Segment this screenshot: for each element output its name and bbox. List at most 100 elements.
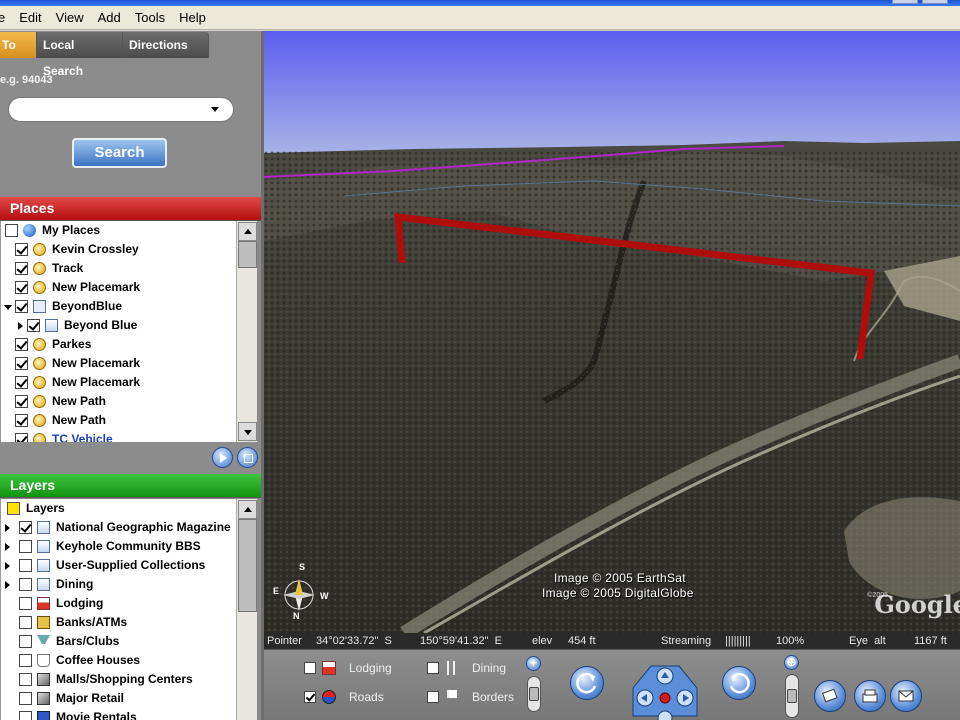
checkbox[interactable] (19, 521, 32, 534)
option-roads[interactable]: Roads (304, 688, 414, 706)
menu-edit[interactable]: Edit (12, 10, 48, 25)
checkbox[interactable] (15, 243, 28, 256)
scroll-down-button[interactable] (238, 422, 257, 441)
place-item[interactable]: New Placemark (1, 354, 236, 373)
place-item[interactable]: Parkes (1, 335, 236, 354)
checkbox[interactable] (5, 224, 18, 237)
checkbox[interactable] (15, 395, 28, 408)
menu-file[interactable]: e (0, 10, 12, 25)
stop-tour-icon[interactable] (237, 447, 258, 468)
layer-item[interactable]: Banks/ATMs (1, 613, 236, 632)
checkbox[interactable] (19, 540, 32, 553)
center-reset-icon[interactable] (659, 692, 671, 704)
layers-zoom-in-icon[interactable]: + (526, 656, 541, 671)
terrain-view[interactable] (264, 31, 960, 633)
tab-fly-to[interactable]: y To (0, 32, 37, 58)
minimize-button[interactable] (892, 0, 918, 4)
checkbox[interactable] (15, 376, 28, 389)
place-item[interactable]: New Path (1, 411, 236, 430)
checkbox[interactable] (15, 300, 28, 313)
checkbox[interactable] (19, 616, 32, 629)
earth-3d-view[interactable]: Image © 2005 EarthSat Image © 2005 Digit… (264, 31, 960, 633)
place-item[interactable]: Track (1, 259, 236, 278)
checkbox[interactable] (15, 262, 28, 275)
place-item[interactable]: My Places (1, 221, 236, 240)
place-item[interactable]: Beyond Blue (1, 316, 236, 335)
scroll-up-button[interactable] (238, 222, 257, 241)
option-lodging[interactable]: Lodging (304, 659, 414, 677)
slider-knob[interactable] (529, 687, 539, 701)
expand-arrow-icon[interactable] (18, 322, 23, 330)
search-input[interactable] (8, 97, 234, 122)
checkbox[interactable] (19, 692, 32, 705)
checkbox[interactable] (427, 691, 439, 703)
chevron-down-icon[interactable] (211, 107, 219, 112)
checkbox[interactable] (19, 578, 32, 591)
place-item[interactable]: Kevin Crossley (1, 240, 236, 259)
zoom-in-icon[interactable]: ⊕ (784, 655, 799, 670)
layer-item[interactable]: User-Supplied Collections (1, 556, 236, 575)
scroll-thumb[interactable] (238, 241, 257, 268)
menu-view[interactable]: View (49, 10, 91, 25)
layer-item[interactable]: Movie Rentals (1, 708, 236, 720)
menu-help[interactable]: Help (172, 10, 213, 25)
print-icon[interactable] (854, 680, 886, 712)
scroll-up-button[interactable] (238, 500, 257, 519)
play-tour-icon[interactable] (212, 447, 233, 468)
rotate-left-icon[interactable] (570, 666, 604, 700)
layers-header[interactable]: Layers (0, 474, 261, 498)
checkbox[interactable] (304, 662, 316, 674)
email-icon[interactable] (890, 680, 922, 712)
checkbox[interactable] (15, 281, 28, 294)
checkbox[interactable] (19, 673, 32, 686)
checkbox[interactable] (19, 654, 32, 667)
checkbox[interactable] (427, 662, 439, 674)
checkbox[interactable] (304, 691, 316, 703)
rotate-right-icon[interactable] (722, 666, 756, 700)
place-item[interactable]: New Placemark (1, 373, 236, 392)
checkbox[interactable] (19, 635, 32, 648)
checkbox[interactable] (19, 559, 32, 572)
maximize-button[interactable] (922, 0, 948, 4)
navigation-pad[interactable] (625, 658, 705, 720)
layer-item[interactable]: Malls/Shopping Centers (1, 670, 236, 689)
checkbox[interactable] (15, 414, 28, 427)
place-item[interactable]: New Placemark (1, 278, 236, 297)
tab-local-search[interactable]: Local Search (37, 32, 123, 78)
layer-item[interactable]: Major Retail (1, 689, 236, 708)
place-item[interactable]: BeyondBlue (1, 297, 236, 316)
checkbox[interactable] (15, 357, 28, 370)
layer-item[interactable]: Dining (1, 575, 236, 594)
checkbox[interactable] (15, 433, 28, 442)
option-borders[interactable]: Borders (427, 688, 517, 706)
layer-item[interactable]: Keyhole Community BBS (1, 537, 236, 556)
search-button[interactable]: Search (72, 138, 167, 168)
place-item[interactable]: New Path (1, 392, 236, 411)
layers-scrollbar[interactable] (236, 499, 257, 720)
zoom-slider[interactable] (785, 674, 799, 718)
layer-item[interactable]: Lodging (1, 594, 236, 613)
expand-arrow-icon[interactable] (5, 524, 10, 532)
collapse-arrow-icon[interactable] (4, 305, 12, 310)
checkbox[interactable] (19, 711, 32, 720)
option-dining[interactable]: Dining (427, 659, 517, 677)
checkbox[interactable] (15, 338, 28, 351)
placemark-tool-icon[interactable] (814, 680, 846, 712)
checkbox[interactable] (27, 319, 40, 332)
expand-arrow-icon[interactable] (5, 562, 10, 570)
expand-arrow-icon[interactable] (5, 543, 10, 551)
place-item[interactable]: TC Vehicle (1, 430, 236, 442)
layer-item[interactable]: Bars/Clubs (1, 632, 236, 651)
menu-add[interactable]: Add (91, 10, 128, 25)
slider-knob[interactable] (787, 689, 797, 703)
layer-item[interactable]: National Geographic Magazine (1, 518, 236, 537)
layers-slider[interactable] (527, 676, 541, 712)
menu-tools[interactable]: Tools (128, 10, 172, 25)
pan-down-icon[interactable] (657, 710, 673, 720)
places-scrollbar[interactable] (236, 221, 257, 442)
expand-arrow-icon[interactable] (5, 581, 10, 589)
layer-item[interactable]: Coffee Houses (1, 651, 236, 670)
tab-directions[interactable]: Directions (123, 32, 209, 58)
places-header[interactable]: Places (0, 197, 261, 221)
scroll-thumb[interactable] (238, 519, 257, 612)
